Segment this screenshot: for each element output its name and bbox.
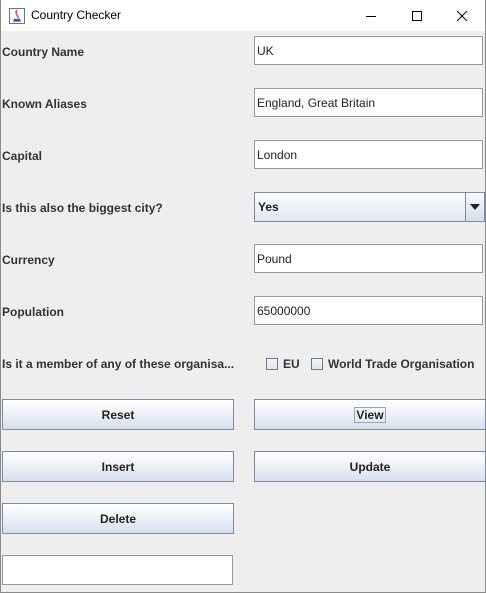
delete-button-label: Delete (99, 511, 137, 526)
delete-button[interactable]: Delete (2, 503, 234, 534)
maximize-button[interactable] (394, 0, 440, 31)
update-button-label: Update (349, 459, 391, 474)
population-input[interactable] (254, 296, 483, 325)
known-aliases-input[interactable] (254, 88, 483, 117)
insert-button-label: Insert (101, 459, 135, 474)
status-text-field[interactable] (2, 555, 233, 585)
chevron-down-icon (470, 204, 480, 210)
membership-label: Is it a member of any of these organisa.… (2, 357, 235, 371)
currency-label: Currency (2, 253, 55, 267)
title-bar[interactable]: Country Checker (1, 0, 485, 31)
maximize-icon (412, 10, 422, 21)
capital-input[interactable] (254, 140, 483, 169)
biggest-city-selected-value: Yes (258, 200, 279, 214)
known-aliases-label: Known Aliases (2, 97, 87, 111)
dropdown-arrow-button[interactable] (465, 193, 484, 221)
insert-button[interactable]: Insert (2, 451, 234, 482)
reset-button[interactable]: Reset (2, 399, 234, 430)
view-button-label: View (354, 406, 386, 423)
country-name-input[interactable] (254, 36, 483, 65)
close-button[interactable] (439, 0, 485, 31)
country-name-label: Country Name (2, 45, 85, 59)
form-panel: Country Name Known Aliases Capital Is th… (1, 31, 486, 593)
population-label: Population (2, 305, 64, 319)
view-button[interactable]: View (254, 399, 486, 430)
window-title: Country Checker (31, 8, 122, 22)
eu-checkbox-group[interactable]: EU (266, 357, 300, 371)
minimize-button[interactable] (348, 0, 394, 31)
update-button[interactable]: Update (254, 451, 486, 482)
close-icon (456, 10, 468, 21)
eu-checkbox[interactable] (266, 358, 278, 370)
biggest-city-dropdown[interactable]: Yes (254, 192, 485, 222)
wto-checkbox-label[interactable]: World Trade Organisation (328, 357, 474, 371)
eu-checkbox-label[interactable]: EU (283, 357, 300, 371)
biggest-city-label: Is this also the biggest city? (2, 201, 163, 215)
currency-input[interactable] (254, 244, 483, 273)
wto-checkbox[interactable] (311, 358, 323, 370)
wto-checkbox-group[interactable]: World Trade Organisation (311, 357, 474, 371)
capital-label: Capital (2, 149, 43, 163)
reset-button-label: Reset (101, 407, 135, 422)
minimize-icon (366, 15, 376, 17)
app-window: Country Checker Country Name Known Alias… (0, 0, 486, 593)
java-app-icon (9, 8, 25, 24)
